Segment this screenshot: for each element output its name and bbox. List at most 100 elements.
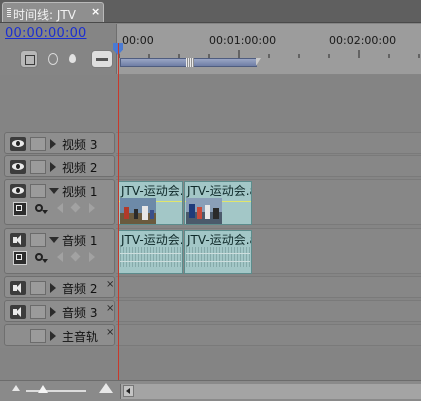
track-lane[interactable] (116, 300, 421, 322)
video-clip[interactable]: JTV-运动会.a (118, 181, 183, 225)
timeline-tab[interactable]: 时间线: JTV × (2, 2, 104, 22)
track-lane[interactable] (116, 132, 421, 154)
close-icon[interactable]: × (91, 5, 100, 18)
track-header[interactable]: 视频 2 (4, 155, 115, 177)
audio-clip[interactable]: JTV-运动会.a (118, 230, 183, 274)
track-header[interactable]: 音频 2 ⨯ (4, 276, 115, 298)
zoom-scroll-bar (0, 380, 421, 401)
keyframe-controls (9, 251, 109, 269)
track-lane[interactable] (116, 276, 421, 298)
speaker-icon[interactable] (10, 233, 26, 247)
panel-menu-icon[interactable] (91, 50, 113, 68)
track-header[interactable]: 视频 3 (4, 132, 115, 154)
track-name: 音频 2 (62, 282, 98, 296)
next-keyframe-icon[interactable] (89, 252, 95, 262)
track-header[interactable]: 主音轨 ⨯ (4, 324, 115, 346)
set-marker-icon[interactable] (44, 50, 62, 68)
lock-toggle[interactable] (30, 305, 46, 319)
audio-clip[interactable]: JTV-运动会.a (184, 230, 252, 274)
track-header[interactable]: 音频 3 ⨯ (4, 300, 115, 322)
clip-label: JTV-运动会.a (121, 184, 182, 198)
track-video-1: 视频 1 JTV-运动会.a (0, 179, 421, 225)
track-video-3: 视频 3 (0, 132, 421, 154)
timeline-panel: 时间线: JTV × 00:00:00:00 00:00 00:01:00:00… (0, 0, 421, 401)
zoom-out-icon[interactable] (12, 385, 20, 391)
snap-icon[interactable] (20, 50, 38, 68)
track-name: 视频 1 (62, 185, 98, 199)
track-video-2: 视频 2 (0, 155, 421, 177)
track-audio-1: 音频 1 JTV-运动会.a JTV-运动会.a (0, 228, 421, 274)
track-lane[interactable] (116, 155, 421, 177)
video-clip[interactable]: JTV-运动会.a (184, 181, 252, 225)
track-name: 音频 3 (62, 306, 98, 320)
lock-toggle[interactable] (30, 160, 46, 174)
ruler-label-0: 00:00 (122, 34, 154, 47)
ruler-label-1: 00:01:00:00 (209, 34, 277, 47)
track-master: 主音轨 ⨯ (0, 324, 421, 346)
track-lane[interactable]: JTV-运动会.a JTV-运动会.a (116, 228, 421, 274)
triangle-icon[interactable] (50, 139, 56, 149)
show-keyframes-icon[interactable] (33, 202, 48, 216)
clip-label: JTV-运动会.a (121, 233, 182, 247)
show-keyframes-icon[interactable] (33, 251, 48, 265)
zoom-slider-track[interactable] (26, 390, 86, 392)
track-name: 视频 2 (62, 161, 98, 175)
work-area-bar[interactable] (120, 58, 261, 67)
prev-keyframe-icon[interactable] (57, 203, 63, 213)
mute-x-icon: ⨯ (106, 327, 115, 338)
horizontal-scrollbar[interactable] (120, 384, 421, 399)
display-style-icon[interactable] (13, 202, 27, 216)
set-encore-marker-icon[interactable] (64, 50, 82, 68)
track-name: 音频 1 (62, 234, 98, 248)
ruler-ticks (118, 50, 420, 58)
speaker-icon[interactable] (10, 305, 26, 319)
zoom-slider-handle[interactable] (38, 385, 48, 393)
add-keyframe-icon[interactable] (70, 251, 81, 262)
track-lane[interactable] (116, 324, 421, 346)
track-header[interactable]: 视频 1 (4, 179, 115, 225)
lock-toggle[interactable] (30, 329, 46, 343)
eye-icon[interactable] (10, 137, 26, 151)
track-name: 视频 3 (62, 138, 98, 152)
track-audio-3: 音频 3 ⨯ (0, 300, 421, 322)
mute-x-icon: ⨯ (106, 279, 115, 290)
eye-icon[interactable] (10, 184, 26, 198)
track-lane[interactable]: JTV-运动会.a JTV-运动会.a (116, 179, 421, 225)
track-audio-2: 音频 2 ⨯ (0, 276, 421, 298)
triangle-icon[interactable] (49, 188, 59, 194)
clip-label: JTV-运动会.a (187, 184, 252, 198)
triangle-icon[interactable] (49, 237, 59, 243)
empty-track-area-bottom (0, 348, 421, 380)
playhead-line[interactable] (118, 43, 119, 381)
lock-toggle[interactable] (30, 137, 46, 151)
triangle-icon[interactable] (50, 331, 56, 341)
tab-bar: 时间线: JTV × (0, 0, 421, 23)
eye-icon[interactable] (10, 160, 26, 174)
tab-title: 时间线: JTV (13, 8, 76, 22)
work-area-grip[interactable] (186, 58, 194, 67)
work-area-end-marker[interactable] (256, 58, 261, 66)
grip-icon[interactable] (7, 8, 11, 17)
audio-waveform (186, 247, 250, 267)
triangle-icon[interactable] (50, 283, 56, 293)
lock-toggle[interactable] (30, 184, 46, 198)
next-keyframe-icon[interactable] (89, 203, 95, 213)
triangle-icon[interactable] (50, 307, 56, 317)
speaker-icon[interactable] (10, 281, 26, 295)
waveform-style-icon[interactable] (13, 251, 27, 265)
empty-track-area (0, 75, 421, 132)
track-name: 主音轨 (62, 330, 99, 344)
time-ruler[interactable]: 00:00 00:01:00:00 00:02:00:00 (116, 24, 421, 74)
lock-toggle[interactable] (30, 233, 46, 247)
track-header[interactable]: 音频 1 (4, 228, 115, 274)
scroll-left-icon[interactable] (123, 385, 134, 397)
triangle-icon[interactable] (50, 162, 56, 172)
lock-toggle[interactable] (30, 281, 46, 295)
zoom-in-icon[interactable] (99, 383, 113, 393)
clip-thumbnail (120, 198, 156, 224)
add-keyframe-icon[interactable] (70, 202, 81, 213)
prev-keyframe-icon[interactable] (57, 252, 63, 262)
clip-thumbnail (186, 198, 222, 224)
current-timecode[interactable]: 00:00:00:00 (5, 26, 87, 41)
mute-x-icon: ⨯ (106, 303, 115, 314)
